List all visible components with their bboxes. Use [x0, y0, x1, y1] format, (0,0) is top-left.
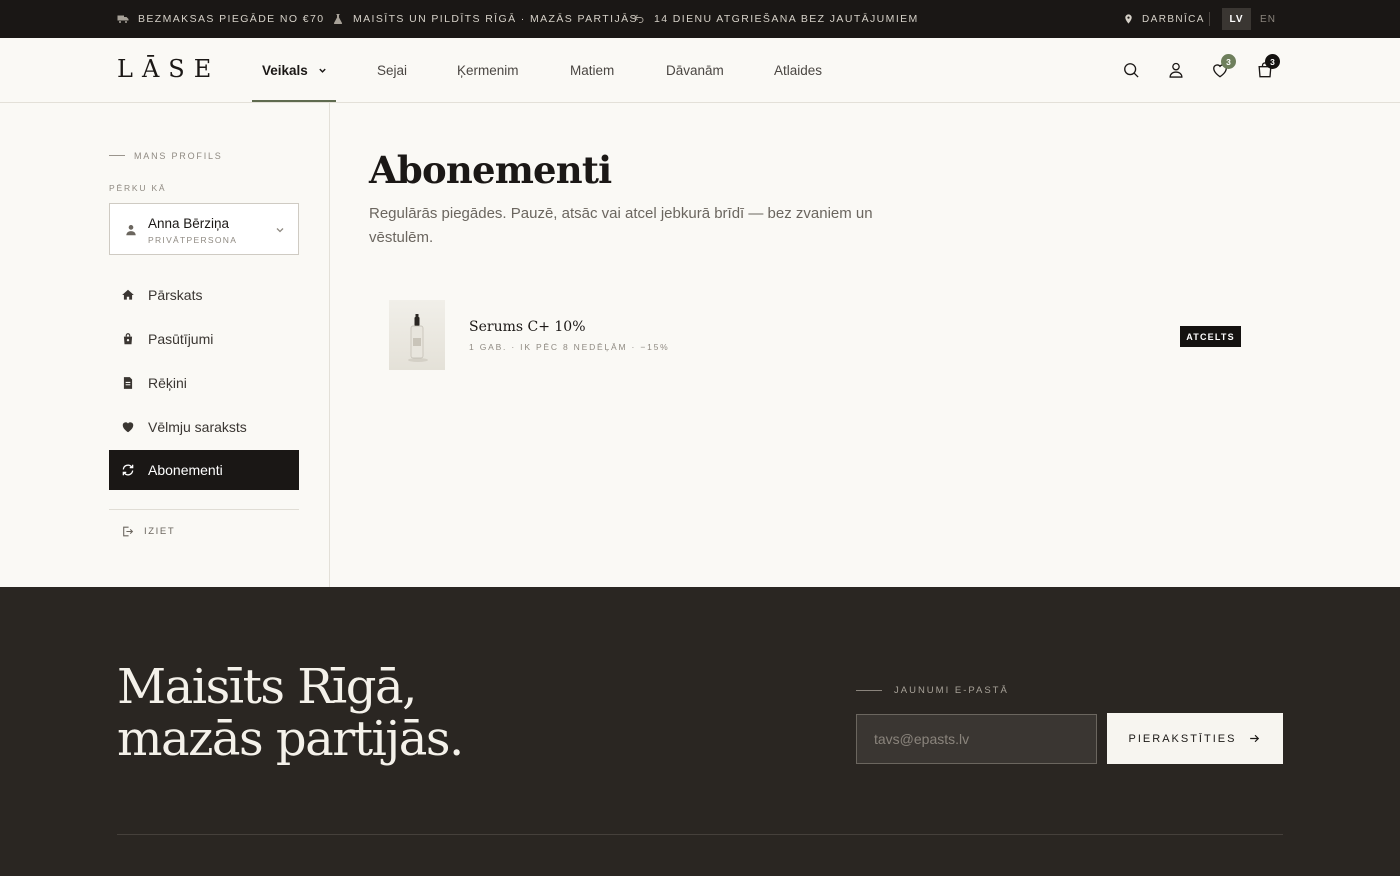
location-pin-icon — [1125, 14, 1132, 24]
logout-label: IZIET — [144, 526, 176, 537]
announcement-made-text: MAISĪTS UN PILDĪTS RĪGĀ · MAZĀS PARTIJĀS — [353, 13, 638, 25]
nav-active-indicator — [252, 100, 336, 102]
sidebar-item-subscriptions[interactable]: Abonementi — [109, 450, 299, 490]
language-lv[interactable]: LV — [1222, 8, 1251, 30]
profile-type: PRIVĀTPERSONA — [148, 235, 238, 245]
heart-icon — [122, 422, 134, 433]
announcement-bar: BEZMAKSAS PIEGĀDE NO €70 MAISĪTS UN PILD… — [0, 0, 1400, 38]
status-badge: ATCELTS — [1180, 326, 1241, 347]
sidebar-item-label: Rēķini — [148, 375, 187, 391]
cart-count-badge: 3 — [1265, 54, 1280, 69]
return-arrow-icon — [634, 14, 644, 23]
search-button[interactable] — [1121, 60, 1141, 80]
announcement-made: MAISĪTS UN PILDĪTS RĪGĀ · MAZĀS PARTIJĀS — [332, 0, 638, 38]
flask-icon — [333, 14, 343, 24]
subscribe-button[interactable]: PIERAKSTĪTIES — [1107, 713, 1283, 764]
subscribe-label: PIERAKSTĪTIES — [1128, 732, 1237, 745]
footer-headline-line-2: mazās partijās. — [117, 711, 464, 767]
sidebar-item-label: Vēlmju saraksts — [148, 419, 247, 435]
logout-icon — [123, 526, 134, 537]
logout-link[interactable]: IZIET — [121, 525, 175, 538]
sidebar-item-wishlist[interactable]: Vēlmju saraksts — [109, 407, 299, 447]
language-en[interactable]: EN — [1254, 8, 1282, 30]
sidebar-item-orders[interactable]: Pasūtījumi — [109, 319, 299, 359]
account-sidebar: MANS PROFILS PĒRKU KĀ Anna Bērziņa PRIVĀ… — [0, 103, 330, 587]
newsletter-label: JAUNUMI E-PASTĀ — [894, 685, 1009, 696]
sidebar-item-invoices[interactable]: Rēķini — [109, 363, 299, 403]
section-line — [109, 155, 125, 156]
shopping-bag-icon — [123, 333, 133, 345]
cart-button[interactable]: 3 — [1255, 54, 1280, 80]
serum-bottle-icon — [408, 314, 428, 362]
person-icon — [126, 225, 136, 236]
nav-hair[interactable]: Matiem — [570, 38, 614, 102]
footer-divider — [117, 834, 1283, 835]
document-icon — [123, 377, 133, 389]
home-icon — [122, 289, 134, 300]
refresh-icon — [122, 464, 134, 476]
sidebar-item-label: Pasūtījumi — [148, 331, 214, 347]
workshop-label: DARBNĪCA — [1142, 13, 1205, 25]
newsletter-line — [856, 690, 882, 691]
arrow-right-icon — [1250, 734, 1260, 743]
announcement-returns: 14 DIENU ATGRIEŠANA BEZ JAUTĀJUMIEM — [633, 0, 919, 38]
announcement-shipping-text: BEZMAKSAS PIEGĀDE NO €70 — [138, 13, 325, 25]
nav-face[interactable]: Sejai — [377, 38, 407, 102]
search-icon — [1124, 63, 1139, 78]
announcement-returns-text: 14 DIENU ATGRIEŠANA BEZ JAUTĀJUMIEM — [654, 13, 919, 25]
nav-shop[interactable]: Veikals — [262, 38, 327, 102]
site-footer: Maisīts Rīgā, mazās partijās. JAUNUMI E-… — [0, 587, 1400, 876]
user-icon — [1169, 62, 1183, 78]
wishlist-button[interactable]: 3 — [1210, 54, 1236, 80]
profile-selector[interactable]: Anna Bērziņa PRIVĀTPERSONA — [109, 203, 299, 255]
workshop-link[interactable]: DARBNĪCA — [1123, 0, 1205, 38]
section-label: MANS PROFILS — [134, 151, 223, 161]
truck-icon — [117, 15, 129, 23]
sidebar-item-label: Pārskats — [148, 287, 203, 303]
subscription-meta: 1 GAB. · IK PĒC 8 NEDĒĻĀM · −15% — [469, 342, 670, 352]
product-thumbnail — [389, 300, 445, 370]
page-title: Abonementi — [369, 148, 612, 192]
sidebar-item-label: Abonementi — [148, 462, 223, 478]
newsletter-email-input[interactable] — [856, 714, 1097, 764]
nav-gifts[interactable]: Dāvanām — [666, 38, 724, 102]
sidebar-divider — [109, 509, 299, 510]
profile-name: Anna Bērziņa — [148, 216, 230, 231]
account-button[interactable] — [1166, 60, 1186, 80]
page-description: Regulārās piegādes. Pauzē, atsāc vai atc… — [369, 205, 873, 246]
nav-shop-label: Veikals — [262, 62, 308, 78]
footer-headline-line-1: Maisīts Rīgā, — [117, 659, 417, 715]
topbar-divider — [1209, 12, 1210, 26]
nav-sale[interactable]: Atlaides — [774, 38, 822, 102]
site-header: LĀSE Veikals Sejai Ķermenim Matiem Dāvan… — [0, 38, 1400, 103]
logo[interactable]: LĀSE — [117, 55, 220, 83]
footer-headline: Maisīts Rīgā, mazās partijās. — [117, 659, 464, 767]
subscription-item[interactable]: Serums C+ 10% 1 GAB. · IK PĒC 8 NEDĒĻĀM … — [369, 288, 1259, 384]
wishlist-count-badge: 3 — [1221, 54, 1236, 69]
subscription-name: Serums C+ 10% — [469, 319, 586, 335]
chevron-down-icon — [276, 228, 284, 233]
sidebar-item-overview[interactable]: Pārskats — [109, 275, 299, 315]
announcement-shipping: BEZMAKSAS PIEGĀDE NO €70 — [117, 0, 325, 38]
buy-as-label: PĒRKU KĀ — [109, 183, 167, 193]
chevron-down-icon — [319, 68, 326, 73]
nav-body[interactable]: Ķermenim — [457, 38, 519, 102]
